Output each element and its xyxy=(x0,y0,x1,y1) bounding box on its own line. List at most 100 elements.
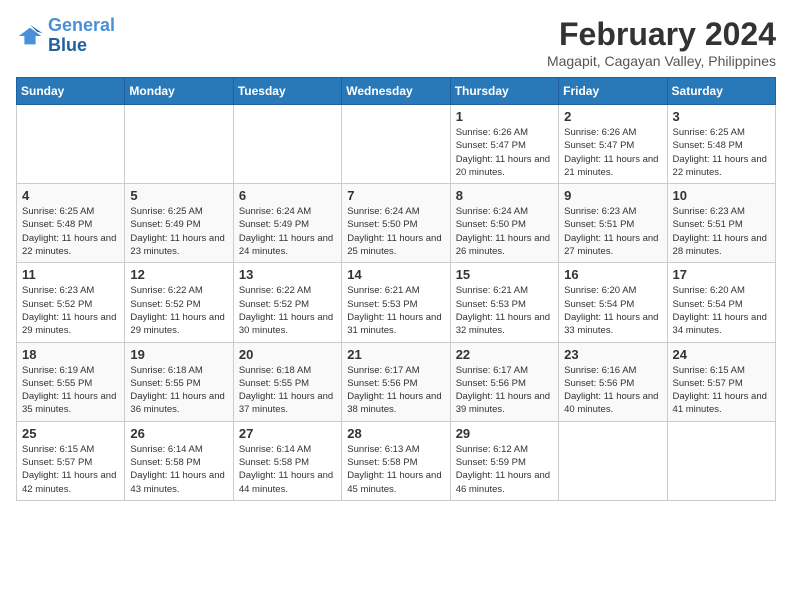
calendar-cell xyxy=(233,105,341,184)
calendar-cell: 9 Sunrise: 6:23 AM Sunset: 5:51 PM Daylig… xyxy=(559,184,667,263)
day-number: 19 xyxy=(130,347,227,362)
day-number: 16 xyxy=(564,267,661,282)
day-number: 20 xyxy=(239,347,336,362)
day-info: Sunrise: 6:22 AM Sunset: 5:52 PM Dayligh… xyxy=(130,284,227,337)
calendar-week-row: 25Sunrise: 6:15 AM Sunset: 5:57 PM Dayli… xyxy=(17,421,776,500)
day-info: Sunrise: 6:23 AM Sunset: 5:51 PM Dayligh… xyxy=(564,205,661,258)
day-header-friday: Friday xyxy=(559,78,667,105)
page-header: GeneralBlue February 2024 Magapit, Cagay… xyxy=(16,16,776,69)
calendar-cell: 12Sunrise: 6:22 AM Sunset: 5:52 PM Dayli… xyxy=(125,263,233,342)
calendar-cell: 21Sunrise: 6:17 AM Sunset: 5:56 PM Dayli… xyxy=(342,342,450,421)
day-info: Sunrise: 6:13 AM Sunset: 5:58 PM Dayligh… xyxy=(347,443,444,496)
day-info: Sunrise: 6:21 AM Sunset: 5:53 PM Dayligh… xyxy=(347,284,444,337)
day-number: 21 xyxy=(347,347,444,362)
calendar-cell: 26Sunrise: 6:14 AM Sunset: 5:58 PM Dayli… xyxy=(125,421,233,500)
day-header-wednesday: Wednesday xyxy=(342,78,450,105)
calendar-cell: 19 Sunrise: 6:18 AM Sunset: 5:55 PM Dayli… xyxy=(125,342,233,421)
calendar-cell xyxy=(342,105,450,184)
day-info: Sunrise: 6:20 AM Sunset: 5:54 PM Dayligh… xyxy=(673,284,770,337)
day-number: 17 xyxy=(673,267,770,282)
calendar-cell: 4Sunrise: 6:25 AM Sunset: 5:48 PM Daylig… xyxy=(17,184,125,263)
calendar-cell: 24 Sunrise: 6:15 AM Sunset: 5:57 PM Dayli… xyxy=(667,342,775,421)
day-info: Sunrise: 6:14 AM Sunset: 5:58 PM Dayligh… xyxy=(239,443,336,496)
day-info: Sunrise: 6:15 AM Sunset: 5:57 PM Dayligh… xyxy=(22,443,119,496)
day-number: 1 xyxy=(456,109,553,124)
day-header-tuesday: Tuesday xyxy=(233,78,341,105)
day-info: Sunrise: 6:22 AM Sunset: 5:52 PM Dayligh… xyxy=(239,284,336,337)
day-info: Sunrise: 6:15 AM Sunset: 5:57 PM Dayligh… xyxy=(673,364,770,417)
logo: GeneralBlue xyxy=(16,16,115,56)
day-number: 4 xyxy=(22,188,119,203)
day-info: Sunrise: 6:24 AM Sunset: 5:50 PM Dayligh… xyxy=(347,205,444,258)
calendar-cell: 29 Sunrise: 6:12 AM Sunset: 5:59 PM Dayli… xyxy=(450,421,558,500)
calendar-cell: 13 Sunrise: 6:22 AM Sunset: 5:52 PM Dayli… xyxy=(233,263,341,342)
day-info: Sunrise: 6:23 AM Sunset: 5:52 PM Dayligh… xyxy=(22,284,119,337)
day-header-saturday: Saturday xyxy=(667,78,775,105)
day-number: 5 xyxy=(130,188,227,203)
calendar-week-row: 18Sunrise: 6:19 AM Sunset: 5:55 PM Dayli… xyxy=(17,342,776,421)
calendar-cell: 22 Sunrise: 6:17 AM Sunset: 5:56 PM Dayli… xyxy=(450,342,558,421)
calendar-cell xyxy=(559,421,667,500)
day-number: 9 xyxy=(564,188,661,203)
day-number: 29 xyxy=(456,426,553,441)
day-info: Sunrise: 6:14 AM Sunset: 5:58 PM Dayligh… xyxy=(130,443,227,496)
day-number: 6 xyxy=(239,188,336,203)
calendar-cell: 17 Sunrise: 6:20 AM Sunset: 5:54 PM Dayli… xyxy=(667,263,775,342)
calendar-cell: 25Sunrise: 6:15 AM Sunset: 5:57 PM Dayli… xyxy=(17,421,125,500)
calendar-cell: 14 Sunrise: 6:21 AM Sunset: 5:53 PM Dayli… xyxy=(342,263,450,342)
calendar-cell xyxy=(125,105,233,184)
day-number: 28 xyxy=(347,426,444,441)
calendar-cell: 8 Sunrise: 6:24 AM Sunset: 5:50 PM Daylig… xyxy=(450,184,558,263)
day-number: 11 xyxy=(22,267,119,282)
logo-text: GeneralBlue xyxy=(48,16,115,56)
calendar-cell: 5 Sunrise: 6:25 AM Sunset: 5:49 PM Daylig… xyxy=(125,184,233,263)
day-info: Sunrise: 6:25 AM Sunset: 5:49 PM Dayligh… xyxy=(130,205,227,258)
day-info: Sunrise: 6:26 AM Sunset: 5:47 PM Dayligh… xyxy=(564,126,661,179)
day-info: Sunrise: 6:12 AM Sunset: 5:59 PM Dayligh… xyxy=(456,443,553,496)
day-info: Sunrise: 6:24 AM Sunset: 5:50 PM Dayligh… xyxy=(456,205,553,258)
calendar-cell: 10Sunrise: 6:23 AM Sunset: 5:51 PM Dayli… xyxy=(667,184,775,263)
calendar-cell: 3Sunrise: 6:25 AM Sunset: 5:48 PM Daylig… xyxy=(667,105,775,184)
day-info: Sunrise: 6:17 AM Sunset: 5:56 PM Dayligh… xyxy=(456,364,553,417)
calendar-table: SundayMondayTuesdayWednesdayThursdayFrid… xyxy=(16,77,776,501)
day-info: Sunrise: 6:20 AM Sunset: 5:54 PM Dayligh… xyxy=(564,284,661,337)
day-number: 22 xyxy=(456,347,553,362)
calendar-cell xyxy=(667,421,775,500)
calendar-cell: 7Sunrise: 6:24 AM Sunset: 5:50 PM Daylig… xyxy=(342,184,450,263)
calendar-cell: 28 Sunrise: 6:13 AM Sunset: 5:58 PM Dayli… xyxy=(342,421,450,500)
day-info: Sunrise: 6:19 AM Sunset: 5:55 PM Dayligh… xyxy=(22,364,119,417)
subtitle: Magapit, Cagayan Valley, Philippines xyxy=(547,53,776,69)
day-info: Sunrise: 6:18 AM Sunset: 5:55 PM Dayligh… xyxy=(130,364,227,417)
calendar-cell: 1Sunrise: 6:26 AM Sunset: 5:47 PM Daylig… xyxy=(450,105,558,184)
calendar-cell: 20 Sunrise: 6:18 AM Sunset: 5:55 PM Dayli… xyxy=(233,342,341,421)
logo-icon xyxy=(16,22,44,50)
day-info: Sunrise: 6:16 AM Sunset: 5:56 PM Dayligh… xyxy=(564,364,661,417)
main-title: February 2024 xyxy=(547,16,776,53)
day-info: Sunrise: 6:24 AM Sunset: 5:49 PM Dayligh… xyxy=(239,205,336,258)
calendar-cell: 6 Sunrise: 6:24 AM Sunset: 5:49 PM Daylig… xyxy=(233,184,341,263)
calendar-cell xyxy=(17,105,125,184)
day-number: 13 xyxy=(239,267,336,282)
day-number: 2 xyxy=(564,109,661,124)
calendar-cell: 27 Sunrise: 6:14 AM Sunset: 5:58 PM Dayli… xyxy=(233,421,341,500)
calendar-cell: 23 Sunrise: 6:16 AM Sunset: 5:56 PM Dayli… xyxy=(559,342,667,421)
calendar-header-row: SundayMondayTuesdayWednesdayThursdayFrid… xyxy=(17,78,776,105)
day-number: 15 xyxy=(456,267,553,282)
title-block: February 2024 Magapit, Cagayan Valley, P… xyxy=(547,16,776,69)
calendar-cell: 2 Sunrise: 6:26 AM Sunset: 5:47 PM Daylig… xyxy=(559,105,667,184)
calendar-cell: 16 Sunrise: 6:20 AM Sunset: 5:54 PM Dayli… xyxy=(559,263,667,342)
calendar-cell: 18Sunrise: 6:19 AM Sunset: 5:55 PM Dayli… xyxy=(17,342,125,421)
day-number: 14 xyxy=(347,267,444,282)
day-header-monday: Monday xyxy=(125,78,233,105)
day-number: 8 xyxy=(456,188,553,203)
day-number: 23 xyxy=(564,347,661,362)
day-number: 27 xyxy=(239,426,336,441)
day-number: 3 xyxy=(673,109,770,124)
day-info: Sunrise: 6:21 AM Sunset: 5:53 PM Dayligh… xyxy=(456,284,553,337)
calendar-week-row: 11 Sunrise: 6:23 AM Sunset: 5:52 PM Dayli… xyxy=(17,263,776,342)
day-number: 10 xyxy=(673,188,770,203)
day-number: 24 xyxy=(673,347,770,362)
calendar-cell: 11 Sunrise: 6:23 AM Sunset: 5:52 PM Dayli… xyxy=(17,263,125,342)
calendar-week-row: 4Sunrise: 6:25 AM Sunset: 5:48 PM Daylig… xyxy=(17,184,776,263)
day-info: Sunrise: 6:18 AM Sunset: 5:55 PM Dayligh… xyxy=(239,364,336,417)
